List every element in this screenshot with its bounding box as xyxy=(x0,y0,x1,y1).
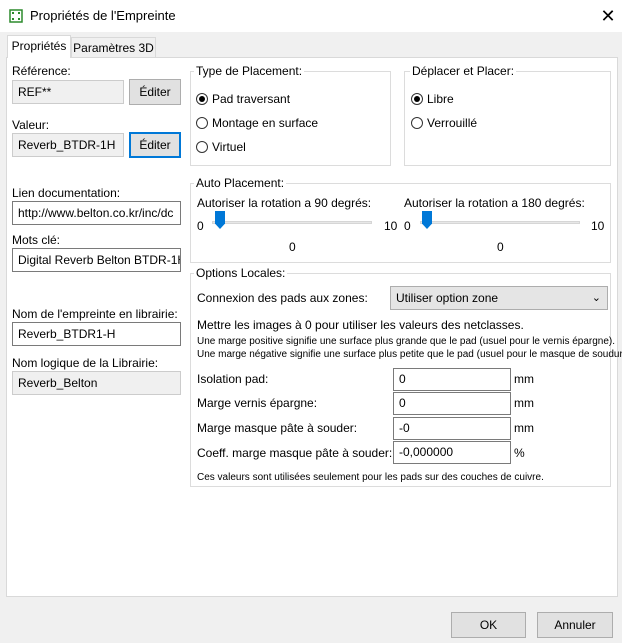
lib-logical-name-field: Reverb_Belton xyxy=(12,371,181,395)
pad-zone-connection-value: Utiliser option zone xyxy=(396,291,499,305)
title-bar: Propriétés de l'Empreinte ✕ xyxy=(0,0,622,32)
radio-through-hole[interactable] xyxy=(196,93,208,105)
solder-mask-margin-unit: mm xyxy=(514,396,534,410)
smd-label[interactable]: Montage en surface xyxy=(212,116,318,130)
lib-footprint-name-field[interactable]: Reverb_BTDR1-H xyxy=(12,322,181,346)
edit-reference-button[interactable]: Éditer xyxy=(129,79,181,105)
ok-button[interactable]: OK xyxy=(451,612,526,638)
window-title: Propriétés de l'Empreinte xyxy=(30,8,176,23)
pad-clearance-input[interactable]: 0 xyxy=(393,368,511,391)
paste-margin-unit: mm xyxy=(514,421,534,435)
value-label: Valeur: xyxy=(12,118,50,132)
rotation-90-min: 0 xyxy=(197,219,204,233)
keywords-label: Mots clé: xyxy=(12,233,61,247)
solder-mask-margin-input[interactable]: 0 xyxy=(393,392,511,415)
edit-value-button[interactable]: Éditer xyxy=(129,132,181,158)
through-hole-label[interactable]: Pad traversant xyxy=(212,92,290,106)
lib-footprint-name-label: Nom de l'empreinte en librairie: xyxy=(12,307,178,321)
doc-link-label: Lien documentation: xyxy=(12,186,121,200)
reference-field[interactable]: REF** xyxy=(12,80,124,104)
tab-3d-settings[interactable]: Paramètres 3D xyxy=(71,37,156,57)
radio-virtual[interactable] xyxy=(196,141,208,153)
doc-link-field[interactable]: http://www.belton.co.kr/inc/dc xyxy=(12,201,181,225)
netclass-note: Mettre les images à 0 pour utiliser les … xyxy=(197,318,524,332)
radio-free[interactable] xyxy=(411,93,423,105)
local-options-title: Options Locales: xyxy=(194,266,288,280)
cancel-button[interactable]: Annuler xyxy=(537,612,613,638)
free-label[interactable]: Libre xyxy=(427,92,454,106)
chevron-down-icon: ⌄ xyxy=(591,292,601,304)
pad-zone-connection-label: Connexion des pads aux zones: xyxy=(197,291,368,305)
paste-ratio-unit: % xyxy=(514,446,525,460)
pad-clearance-unit: mm xyxy=(514,372,534,386)
paste-margin-input[interactable]: -0 xyxy=(393,417,511,440)
positive-margin-note: Une marge positive signifie une surface … xyxy=(197,336,616,347)
solder-mask-margin-label: Marge vernis épargne: xyxy=(197,396,318,410)
radio-smd[interactable] xyxy=(196,117,208,129)
auto-placement-title: Auto Placement: xyxy=(194,176,287,190)
rotation-180-value: 0 xyxy=(497,240,504,254)
virtual-label[interactable]: Virtuel xyxy=(212,140,246,154)
radio-locked[interactable] xyxy=(411,117,423,129)
rotation-180-max: 10 xyxy=(591,219,605,233)
reference-label: Référence: xyxy=(12,64,71,78)
rotation-90-track[interactable] xyxy=(212,221,372,224)
tab-properties[interactable]: Propriétés xyxy=(7,35,71,58)
rotation-180-label: Autoriser la rotation a 180 degrés: xyxy=(404,196,585,210)
placement-type-title: Type de Placement: xyxy=(194,64,305,78)
rotation-180-track[interactable] xyxy=(420,221,580,224)
pad-zone-connection-select[interactable]: Utiliser option zone ⌄ xyxy=(390,286,608,310)
rotation-90-value: 0 xyxy=(289,240,296,254)
pad-clearance-label: Isolation pad: xyxy=(197,372,269,386)
rotation-180-min: 0 xyxy=(404,219,411,233)
rotation-90-max: 10 xyxy=(384,219,398,233)
locked-label[interactable]: Verrouillé xyxy=(427,116,477,130)
move-place-title: Déplacer et Placer: xyxy=(410,64,517,78)
lib-logical-name-label: Nom logique de la Librairie: xyxy=(12,356,159,370)
paste-margin-label: Marge masque pâte à souder: xyxy=(197,421,358,435)
footprint-app-icon xyxy=(9,9,23,23)
keywords-field[interactable]: Digital Reverb Belton BTDR-1H xyxy=(12,248,181,272)
negative-margin-note: Une marge négative signifie une surface … xyxy=(197,349,622,360)
paste-ratio-label: Coeff. marge masque pâte à souder: xyxy=(197,446,393,460)
copper-layers-note: Ces valeurs sont utilisées seulement pou… xyxy=(197,472,544,483)
close-icon[interactable]: ✕ xyxy=(596,4,620,28)
paste-ratio-input[interactable]: -0,000000 xyxy=(393,441,511,464)
rotation-90-label: Autoriser la rotation a 90 degrés: xyxy=(197,196,372,210)
value-field[interactable]: Reverb_BTDR-1H xyxy=(12,133,124,157)
